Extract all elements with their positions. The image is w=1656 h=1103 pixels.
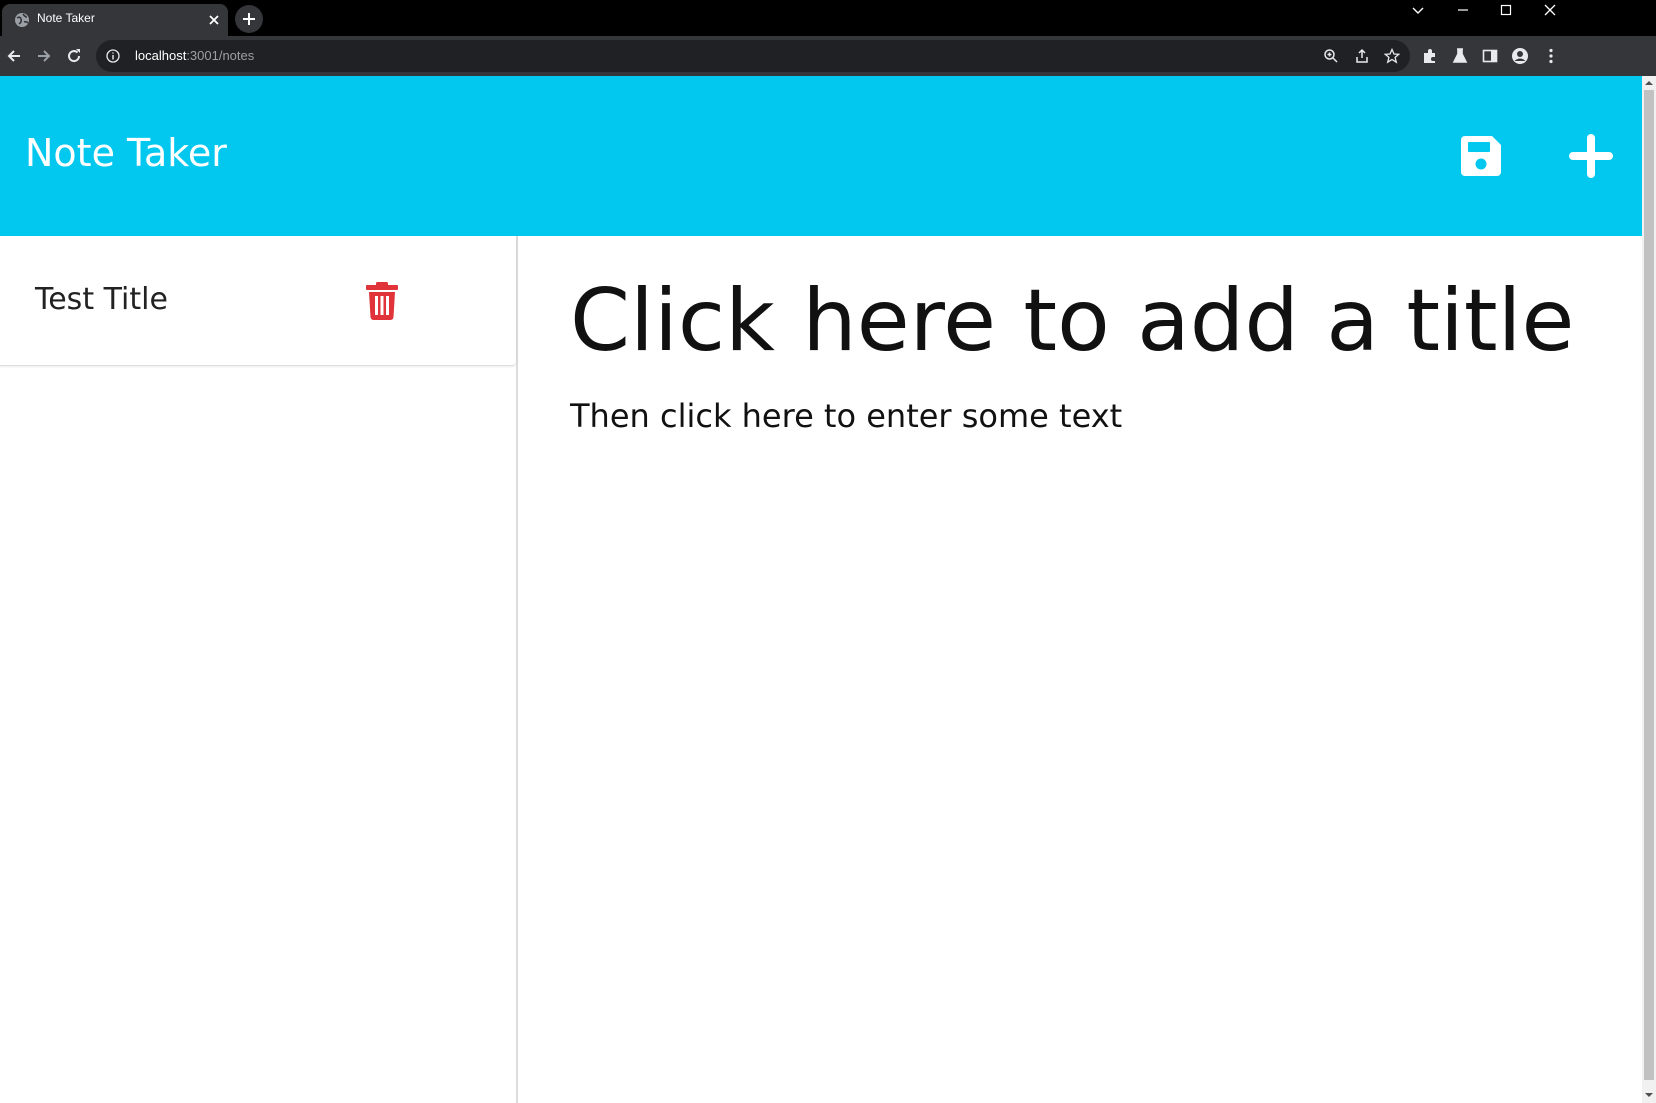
close-window-icon[interactable] (1542, 2, 1558, 18)
note-list-title: Test Title (35, 282, 168, 317)
url-path: :3001/notes (186, 48, 255, 63)
scroll-down-arrow-icon[interactable] (1645, 1091, 1653, 1099)
star-icon[interactable] (1384, 48, 1400, 64)
info-icon[interactable] (106, 49, 120, 63)
close-tab-icon[interactable] (207, 13, 221, 27)
more-menu-icon[interactable] (1542, 47, 1560, 65)
delete-note-icon[interactable] (366, 282, 398, 320)
minimize-icon[interactable] (1455, 2, 1471, 18)
new-note-icon[interactable] (1569, 134, 1613, 178)
note-list-item[interactable]: Test Title (0, 236, 516, 366)
flask-icon[interactable] (1451, 47, 1469, 65)
share-icon[interactable] (1354, 48, 1370, 64)
url-text: localhost:3001/notes (135, 48, 254, 63)
note-text-input[interactable] (570, 396, 1630, 596)
page-scrollbar[interactable] (1642, 76, 1656, 1103)
note-title-input[interactable] (570, 266, 1630, 376)
tab-title: Note Taker (37, 11, 95, 25)
browser-toolbar: localhost:3001/notes (0, 36, 1656, 76)
side-panel-icon[interactable] (1481, 47, 1499, 65)
extensions-icon[interactable] (1421, 47, 1439, 65)
app-navbar: Note Taker (0, 76, 1642, 236)
globe-icon (15, 13, 29, 27)
page: Note Taker Test Title (0, 76, 1656, 1103)
plus-icon (243, 13, 255, 25)
new-tab-button[interactable] (235, 5, 263, 33)
notes-sidebar: Test Title (0, 236, 518, 1103)
note-editor (520, 236, 1642, 1103)
tab-search-icon[interactable] (1410, 2, 1426, 18)
app-brand[interactable]: Note Taker (25, 131, 227, 175)
url-host: localhost (135, 48, 187, 63)
reload-icon[interactable] (64, 46, 84, 66)
forward-arrow-icon[interactable] (34, 46, 54, 66)
zoom-icon[interactable] (1323, 48, 1339, 64)
save-note-icon[interactable] (1459, 134, 1503, 178)
browser-tabstrip: Note Taker (0, 0, 1656, 36)
scroll-up-arrow-icon[interactable] (1645, 79, 1653, 87)
scrollbar-thumb[interactable] (1644, 90, 1654, 1080)
profile-icon[interactable] (1511, 47, 1529, 65)
browser-tab[interactable]: Note Taker (2, 4, 228, 36)
back-arrow-icon[interactable] (4, 46, 24, 66)
maximize-icon[interactable] (1498, 2, 1514, 18)
address-bar[interactable]: localhost:3001/notes (96, 40, 1410, 72)
